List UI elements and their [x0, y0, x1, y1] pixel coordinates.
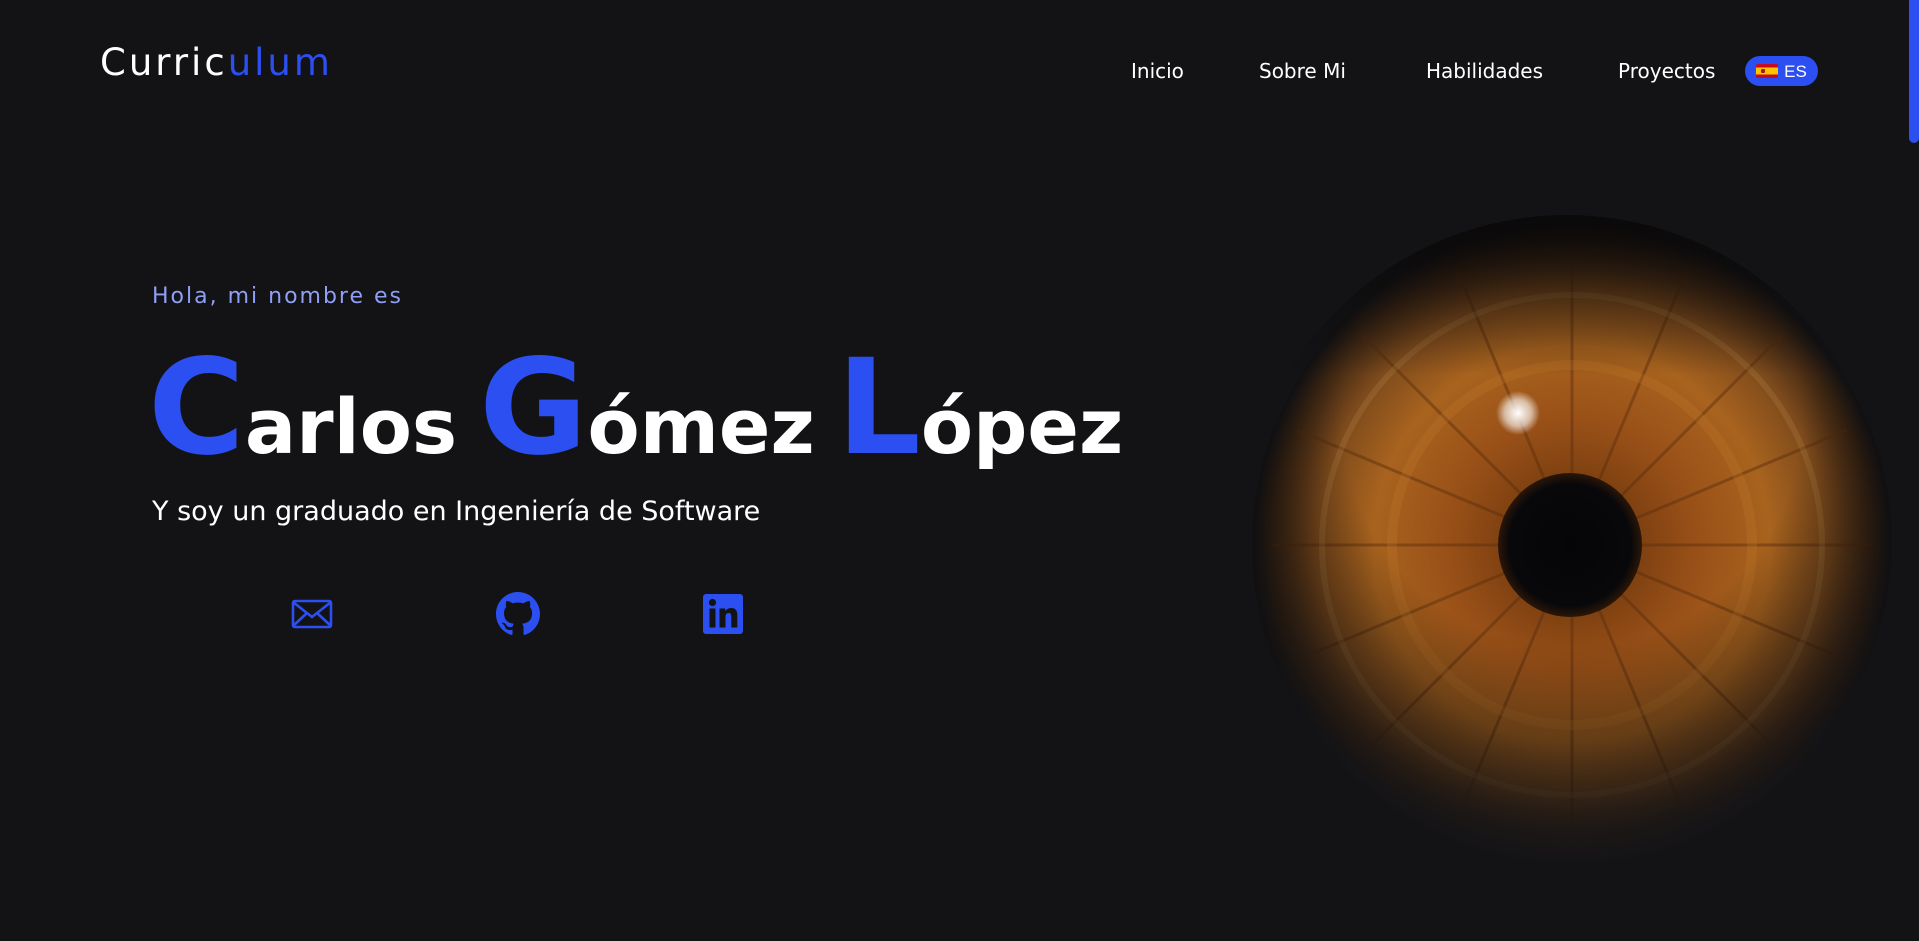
email-link[interactable] [290, 592, 334, 636]
last-name-1-initial: G [479, 331, 588, 485]
hero-greeting: Hola, mi nombre es [152, 284, 404, 309]
last-name-2-initial: L [836, 331, 921, 485]
hero-name: Carlos Gómez López [148, 342, 1123, 474]
first-name-rest: arlos [244, 382, 458, 471]
eye-illustration [1242, 215, 1892, 865]
first-name-initial: C [148, 331, 245, 485]
last-name-2-rest: ópez [920, 382, 1124, 471]
logo-text-part1: Curric [100, 41, 228, 84]
scrollbar-thumb[interactable] [1909, 0, 1919, 143]
site-logo[interactable]: Curriculum [100, 44, 333, 81]
nav-link-sobre-mi[interactable]: Sobre Mi [1259, 54, 1346, 88]
language-toggle-button[interactable]: ES [1745, 56, 1818, 86]
last-name-1-rest: ómez [587, 382, 815, 471]
eye-photo [1242, 215, 1892, 865]
nav-link-proyectos[interactable]: Proyectos [1618, 54, 1715, 88]
logo-text-part2: ulum [227, 41, 333, 84]
linkedin-link[interactable] [701, 592, 745, 636]
envelope-icon [291, 599, 333, 629]
page-scrollbar[interactable] [1909, 0, 1919, 941]
last-name-2: López [837, 342, 1124, 474]
hero-tagline: Y soy un graduado en Ingeniería de Softw… [152, 496, 761, 527]
github-icon [496, 592, 540, 635]
first-name: Carlos [148, 342, 458, 474]
nav-link-inicio[interactable]: Inicio [1131, 54, 1184, 88]
linkedin-icon [703, 594, 743, 634]
github-link[interactable] [496, 592, 540, 636]
site-header: Curriculum Inicio Sobre Mi Habilidades P… [0, 0, 1919, 140]
last-name-1: Gómez [479, 342, 815, 474]
nav-link-habilidades[interactable]: Habilidades [1426, 54, 1543, 88]
language-code: ES [1784, 61, 1807, 81]
spain-flag-icon [1756, 64, 1779, 78]
